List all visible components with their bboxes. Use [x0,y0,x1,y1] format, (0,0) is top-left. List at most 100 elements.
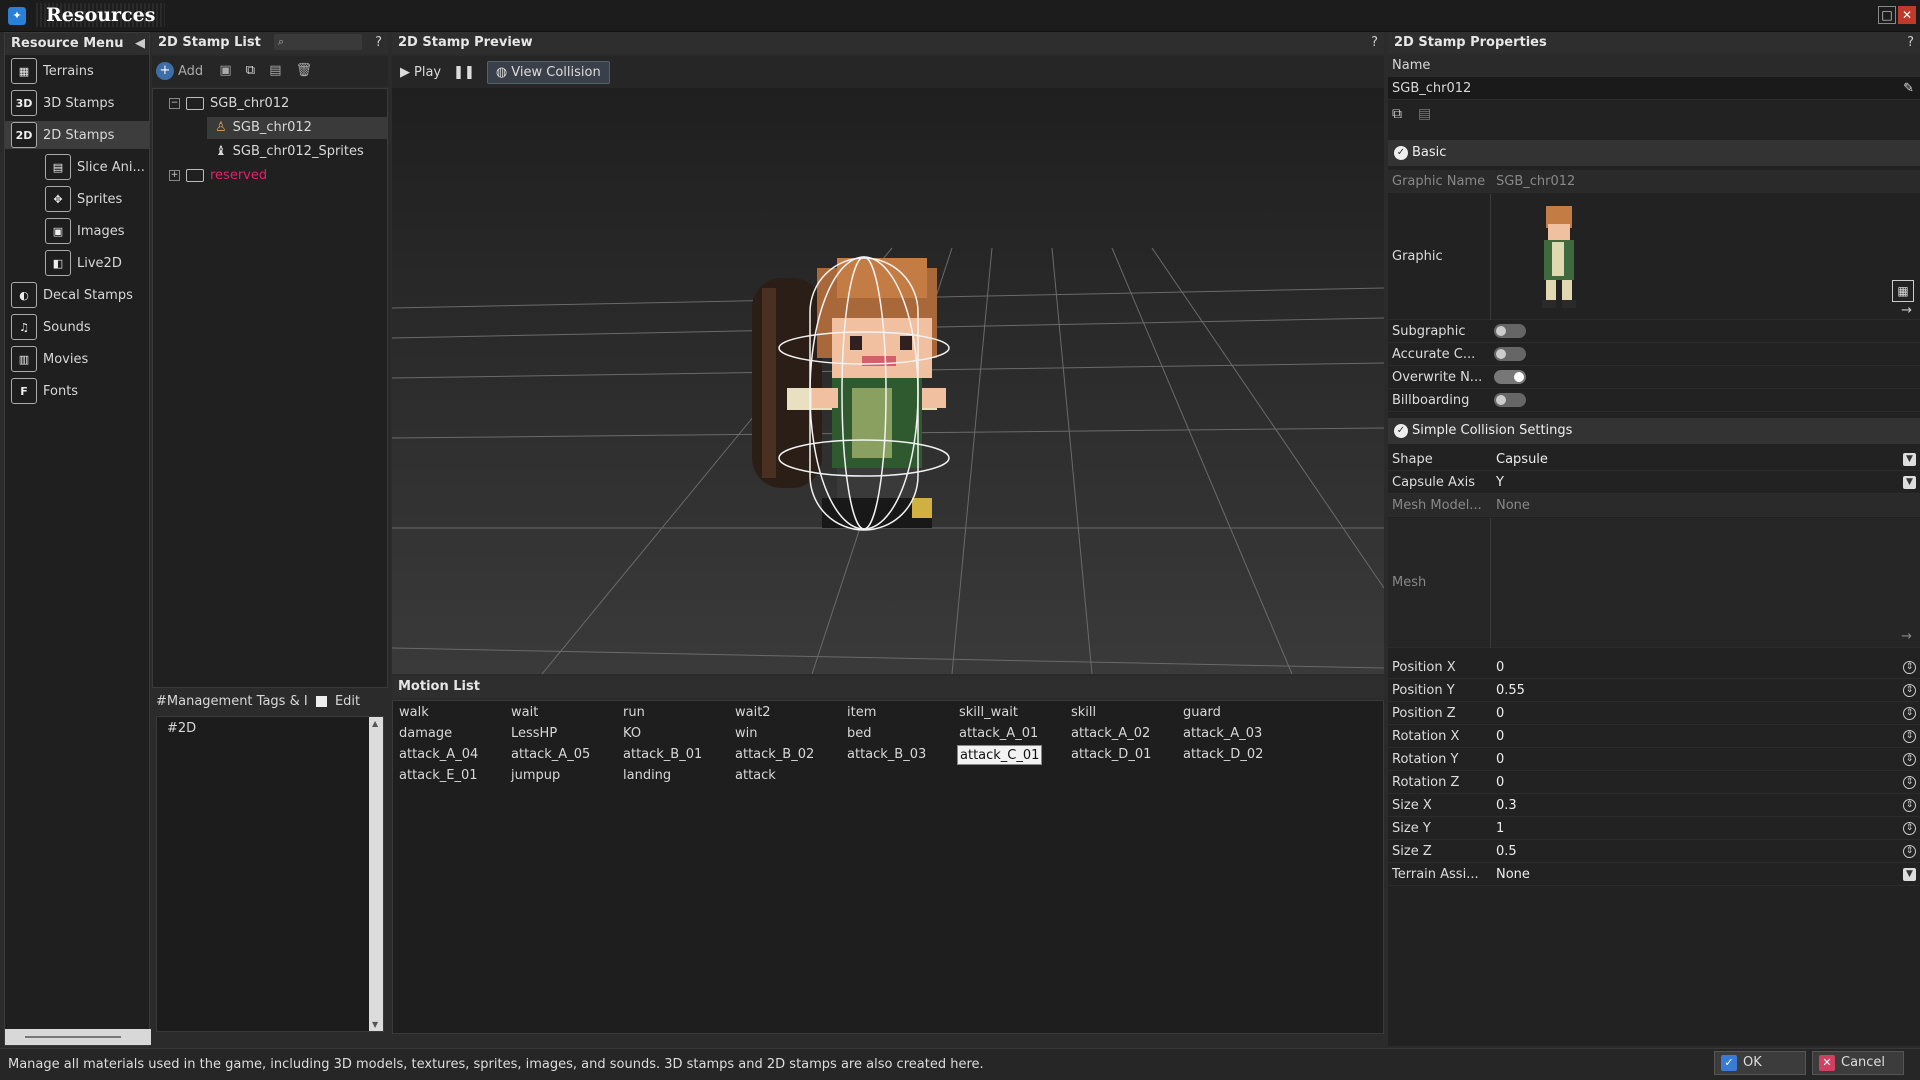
mesh-arrow-icon[interactable]: → [1901,630,1912,644]
motion-item[interactable]: guard [1181,703,1223,723]
duplicate-icon[interactable]: ⧉ [246,63,255,78]
view-collision-button[interactable]: ◍ View Collision [486,60,610,84]
motion-item[interactable]: attack_B_01 [621,745,704,765]
motion-item[interactable]: skill_wait [957,703,1020,723]
new-folder-icon[interactable]: ▣ [219,63,231,78]
menu-item-movies[interactable]: ▥ Movies [11,345,151,373]
motion-item[interactable]: attack_D_01 [1069,745,1153,765]
motion-item[interactable]: item [845,703,878,723]
tree-item-stamp[interactable]: ♙ SGB_chr012 [207,117,387,139]
spinner-icon[interactable]: ⇕ [1903,707,1916,720]
motion-item[interactable]: damage [397,724,454,744]
motion-item[interactable]: attack_A_01 [957,724,1040,744]
motion-item[interactable]: run [621,703,647,723]
numeric-field-row[interactable]: Position Z 0 ⇕ [1388,702,1920,725]
toggle-switch[interactable] [1494,324,1526,338]
delete-icon[interactable]: 🗑 [296,63,313,78]
paste-icon[interactable]: ▤ [269,63,281,78]
numeric-field-value[interactable]: 0.5 [1492,840,1920,863]
tree-item-sprites[interactable]: ♝ SGB_chr012_Sprites [207,141,364,163]
spinner-icon[interactable]: ⇕ [1903,684,1916,697]
stamp-search-input[interactable]: ⌕ [274,34,362,50]
menu-item-fonts[interactable]: F Fonts [11,377,151,405]
numeric-field-row[interactable]: Size Y 1 ⇕ [1388,817,1920,840]
numeric-field-row[interactable]: Size X 0.3 ⇕ [1388,794,1920,817]
tree-folder-sgb[interactable]: − SGB_chr012 [169,93,289,115]
graphic-select-icon[interactable]: ▦ [1892,280,1914,302]
motion-item[interactable]: KO [621,724,643,744]
play-button[interactable]: ▶ Play [400,65,441,80]
toggle-switch[interactable] [1494,370,1526,384]
tags-scrollbar[interactable]: ▲ ▼ [369,717,383,1031]
numeric-field-value[interactable]: 0 [1492,771,1920,794]
tag-item[interactable]: #2D [157,717,383,740]
paste-properties-icon[interactable]: ▤ [1418,106,1431,122]
collapse-icon[interactable]: − [169,98,180,109]
numeric-field-row[interactable]: Position Y 0.55 ⇕ [1388,679,1920,702]
pause-icon[interactable]: ❚❚ [453,65,475,80]
motion-item[interactable]: LessHP [509,724,559,744]
numeric-field-row[interactable]: Rotation X 0 ⇕ [1388,725,1920,748]
motion-item[interactable]: attack_D_02 [1181,745,1265,765]
name-field[interactable]: SGB_chr012 ✎ [1388,77,1920,100]
motion-item[interactable]: landing [621,766,673,786]
spinner-icon[interactable]: ⇕ [1903,730,1916,743]
motion-item[interactable]: attack_C_01 [957,745,1043,765]
motion-item[interactable]: attack_A_04 [397,745,480,765]
spinner-icon[interactable]: ⇕ [1903,845,1916,858]
terrain-assign-row[interactable]: Terrain Assi... None ▼ [1388,863,1920,886]
motion-item[interactable]: bed [845,724,874,744]
shape-row[interactable]: Shape Capsule ▼ [1388,448,1920,471]
capsule-axis-row[interactable]: Capsule Axis Y ▼ [1388,471,1920,494]
expand-icon[interactable]: + [169,170,180,181]
add-button[interactable]: + Add [156,62,203,80]
numeric-field-value[interactable]: 0 [1492,702,1920,725]
ok-button[interactable]: ✓ OK [1714,1051,1806,1075]
chevron-down-icon[interactable]: ▼ [1903,453,1916,466]
menu-item-2d-stamps[interactable]: 2D 2D Stamps [5,121,149,149]
graphic-thumbnail[interactable] [1528,202,1588,312]
cancel-button[interactable]: ✕ Cancel [1812,1051,1904,1075]
motion-item[interactable]: wait [509,703,540,723]
motion-item[interactable]: jumpup [509,766,562,786]
numeric-field-value[interactable]: 1 [1492,817,1920,840]
menu-item-sounds[interactable]: ♫ Sounds [11,313,151,341]
edit-name-icon[interactable]: ✎ [1903,77,1914,100]
menu-scrollbar[interactable] [5,1029,151,1045]
tree-folder-reserved[interactable]: + reserved [169,165,267,187]
chevron-down-icon[interactable]: ▼ [1903,476,1916,489]
motion-item[interactable]: win [733,724,759,744]
motion-item[interactable]: attack_A_03 [1181,724,1264,744]
close-icon[interactable]: ✕ [1898,6,1916,24]
numeric-field-value[interactable]: 0.55 [1492,679,1920,702]
basic-section-header[interactable]: Basic [1388,140,1920,166]
scroll-down-icon[interactable]: ▼ [372,1020,378,1029]
stamp-list-help-icon[interactable]: ? [375,32,382,54]
menu-item-3d-stamps[interactable]: 3D 3D Stamps [11,89,151,117]
numeric-field-row[interactable]: Rotation Y 0 ⇕ [1388,748,1920,771]
toggle-switch[interactable] [1494,393,1526,407]
menu-item-terrains[interactable]: ▦ Terrains [11,57,151,85]
spinner-icon[interactable]: ⇕ [1903,799,1916,812]
numeric-field-value[interactable]: 0 [1492,748,1920,771]
copy-properties-icon[interactable]: ⧉ [1392,106,1402,122]
numeric-field-value[interactable]: 0 [1492,725,1920,748]
toggle-switch[interactable] [1494,347,1526,361]
motion-item[interactable]: skill [1069,703,1098,723]
spinner-icon[interactable]: ⇕ [1903,822,1916,835]
motion-item[interactable]: attack_A_02 [1069,724,1152,744]
spinner-icon[interactable]: ⇕ [1903,776,1916,789]
numeric-field-value[interactable]: 0.3 [1492,794,1920,817]
spinner-icon[interactable]: ⇕ [1903,661,1916,674]
menu-item-decal-stamps[interactable]: ◐ Decal Stamps [11,281,151,309]
maximize-icon[interactable]: □ [1878,6,1896,24]
numeric-field-row[interactable]: Position X 0 ⇕ [1388,656,1920,679]
motion-item[interactable]: wait2 [733,703,773,723]
chevron-down-icon[interactable]: ▼ [1903,868,1916,881]
spinner-icon[interactable]: ⇕ [1903,753,1916,766]
scroll-up-icon[interactable]: ▲ [372,719,378,728]
collision-section-header[interactable]: Simple Collision Settings [1388,418,1920,444]
numeric-field-row[interactable]: Size Z 0.5 ⇕ [1388,840,1920,863]
numeric-field-value[interactable]: 0 [1492,656,1920,679]
preview-viewport[interactable] [391,88,1385,675]
